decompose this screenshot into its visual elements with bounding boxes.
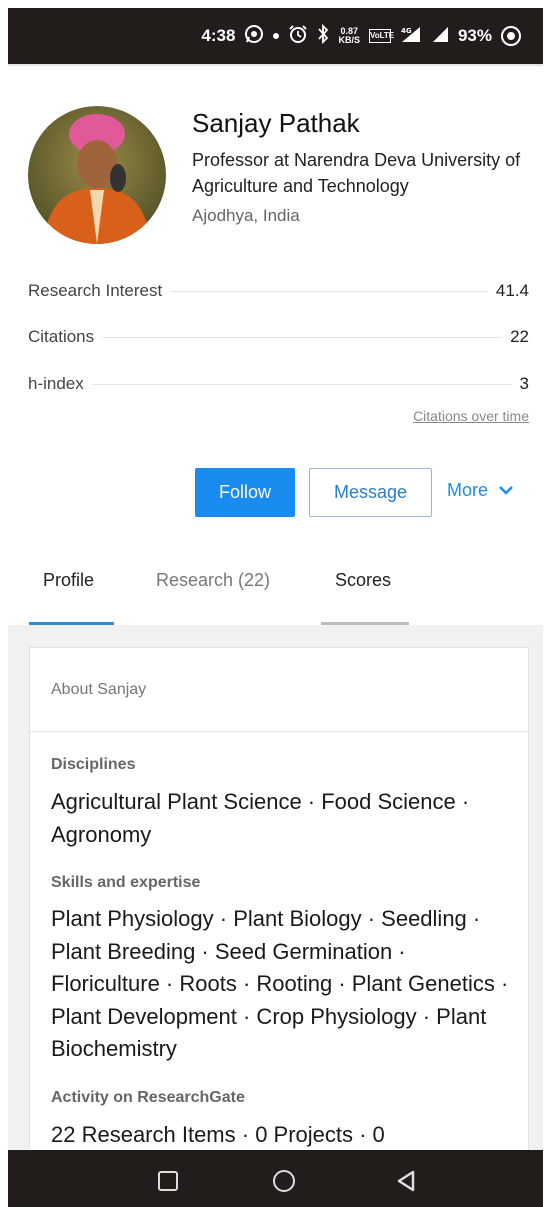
skills-text: Plant Physiology · Plant Biology · Seedl… [51,906,509,1061]
notification-dot-icon [273,33,280,39]
alarm-icon [288,24,308,49]
divider [8,64,543,66]
metric-label: h-index [28,374,84,393]
activity-text: 22 Research Items · 0 Projects · 0 [51,1122,385,1147]
profile-title: Professor at Narendra Deva University of… [192,150,521,196]
battery-level: 93% [457,26,492,45]
profile-name: Sanjay Pathak [192,108,360,138]
signal-icon: 4G [400,25,422,48]
volte-badge: VoLTE [368,29,394,43]
tab-research[interactable]: Research (22) [156,570,270,591]
profile-location: Ajodhya, India [192,206,300,225]
avatar[interactable] [28,106,166,244]
metric-label: Citations [28,327,95,346]
metric-leader [170,290,488,292]
nav-square-icon[interactable] [158,1171,178,1191]
status-time: 4:38 [201,26,236,45]
message-button[interactable]: Message [309,468,432,517]
bluetooth-icon [317,23,329,49]
skills-label: Skills and expertise [51,874,201,891]
signal-icon-2 [431,25,449,48]
metric-value: 22 [510,327,529,346]
metric-leader [91,383,512,385]
svg-text:4G: 4G [401,27,412,35]
follow-button[interactable]: Follow [195,468,295,517]
metric-h-index: h-index 3 [28,372,529,396]
nav-back-icon[interactable] [395,1169,417,1198]
tab-scores[interactable]: Scores [335,570,391,591]
about-card: About Sanjay Disciplines Agricultural Pl… [29,647,529,1157]
metric-value: 3 [519,374,529,393]
chevron-down-icon [498,480,514,501]
metric-leader [102,336,503,338]
more-button[interactable]: More [447,480,514,501]
disciplines-text: Agricultural Plant Science · Food Scienc… [51,789,470,847]
whatsapp-icon [244,24,264,49]
net-speed: 0.87 KB/S [338,26,360,45]
citations-over-time-link[interactable]: Citations over time [413,408,529,424]
metric-label: Research Interest [28,281,163,300]
disciplines-label: Disciplines [51,756,136,773]
about-heading: About Sanjay [51,681,147,698]
nav-circle-icon[interactable] [273,1170,295,1192]
about-card-header: About Sanjay [30,648,528,732]
profile-tabs: Profile Research (22) Scores [8,540,543,628]
system-nav-bar [8,1150,543,1207]
metric-research-interest: Research Interest 41.4 [28,279,529,303]
status-bar: 4:38 0.87 KB/S VoLTE 4G 93% [8,8,543,64]
metric-citations: Citations 22 [28,325,529,349]
tab-profile[interactable]: Profile [43,570,94,591]
metric-value: 41.4 [495,281,529,300]
more-label: More [447,480,489,500]
target-icon [501,26,521,46]
activity-label: Activity on ResearchGate [51,1089,245,1106]
